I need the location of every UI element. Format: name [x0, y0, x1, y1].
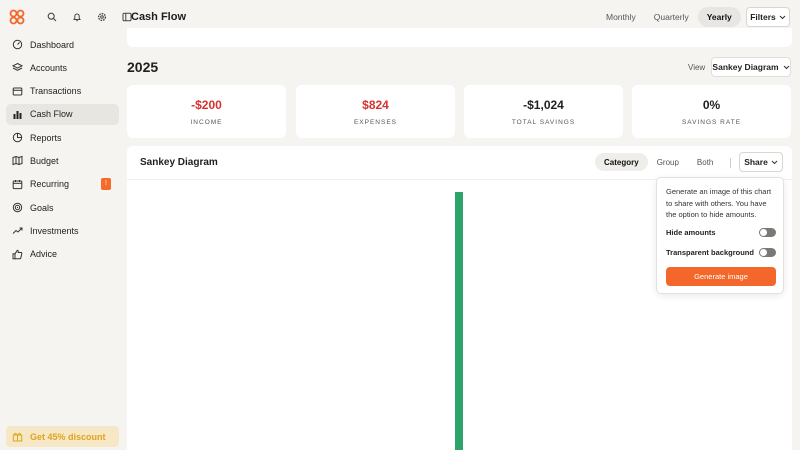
chevron-down-icon: [783, 65, 789, 69]
share-label: Share: [744, 157, 768, 167]
sidebar-item-budget[interactable]: Budget: [6, 150, 119, 171]
bar-chart-icon: [12, 109, 23, 120]
stat-label: EXPENSES: [353, 119, 398, 126]
filters-label: Filters: [750, 12, 776, 22]
stat-value: -$1,024: [523, 98, 564, 112]
transparent-background-row: Transparent background: [666, 248, 776, 257]
view-select-value: Sankey Diagram: [712, 62, 779, 72]
page-title: Cash Flow: [131, 11, 187, 23]
tab-category[interactable]: Category: [595, 153, 648, 171]
sidebar-item-label: Cash Flow: [30, 109, 73, 120]
target-icon: [12, 202, 23, 213]
sidebar-item-advice[interactable]: Advice: [6, 244, 119, 265]
gift-icon: [12, 431, 23, 442]
hide-amounts-toggle[interactable]: [759, 228, 776, 237]
sidebar-item-label: Advice: [30, 249, 58, 260]
sidebar-item-transactions[interactable]: Transactions: [6, 81, 119, 102]
discount-promo-button[interactable]: Get 45% discount: [6, 426, 119, 447]
stat-card-income: -$200 INCOME: [127, 85, 286, 138]
sidebar-item-label: Goals: [30, 202, 54, 213]
stat-value: 0%: [702, 98, 721, 112]
tab-monthly[interactable]: Monthly: [597, 7, 645, 27]
dashboard-icon: [12, 39, 23, 50]
sidebar-item-label: Budget: [30, 155, 59, 166]
sidebar-top-icons: [45, 10, 133, 23]
sidebar-item-reports[interactable]: Reports: [6, 127, 119, 148]
year-heading: 2025: [127, 59, 159, 75]
map-icon: [12, 155, 23, 166]
layers-icon: [12, 62, 23, 73]
receipt-icon: [12, 86, 23, 97]
stat-card-expenses: $824 EXPENSES: [296, 85, 455, 138]
sankey-node-bar[interactable]: [455, 192, 463, 450]
sidebar-item-label: Dashboard: [30, 39, 75, 50]
stat-value: $824: [362, 98, 389, 112]
view-label: View: [688, 63, 706, 72]
tab-both[interactable]: Both: [688, 153, 722, 171]
generate-image-button[interactable]: Generate image: [666, 267, 776, 286]
hide-amounts-row: Hide amounts: [666, 228, 776, 237]
sidebar-item-label: Investments: [30, 225, 79, 236]
hide-amounts-label: Hide amounts: [666, 228, 716, 237]
tab-group[interactable]: Group: [648, 153, 688, 171]
share-button[interactable]: Share: [739, 152, 783, 172]
divider: [730, 158, 731, 168]
sidebar-item-label: Reports: [30, 132, 62, 143]
sidebar-item-dashboard[interactable]: Dashboard: [6, 34, 119, 55]
tab-yearly[interactable]: Yearly: [697, 7, 741, 27]
share-description: Generate an image of this chart to share…: [666, 187, 772, 219]
share-popover: Generate an image of this chart to share…: [656, 177, 784, 294]
calendar-icon: [12, 179, 23, 190]
gear-icon[interactable]: [95, 10, 108, 23]
stat-label: SAVINGS RATE: [681, 119, 742, 126]
sidebar-item-accounts[interactable]: Accounts: [6, 57, 119, 78]
view-select[interactable]: Sankey Diagram: [711, 57, 791, 77]
previous-chart-card: [127, 28, 792, 47]
recurring-alert-badge: !: [101, 177, 111, 190]
discount-label: Get 45% discount: [30, 431, 106, 442]
stat-label: INCOME: [190, 119, 223, 126]
sidebar-item-label: Recurring: [30, 179, 70, 190]
pie-chart-icon: [12, 132, 23, 143]
thumbs-up-icon: [12, 249, 23, 260]
tab-quarterly[interactable]: Quarterly: [645, 7, 698, 27]
sankey-title: Sankey Diagram: [140, 157, 218, 168]
stat-card-total-savings: -$1,024 TOTAL SAVINGS: [464, 85, 623, 138]
sidebar-item-goals[interactable]: Goals: [6, 197, 119, 218]
sidebar-item-investments[interactable]: Investments: [6, 220, 119, 241]
sidebar: Dashboard Accounts Transactions Cash Flo…: [0, 0, 131, 450]
sidebar-nav: Dashboard Accounts Transactions Cash Flo…: [6, 34, 119, 267]
sidebar-item-recurring[interactable]: Recurring !: [6, 174, 119, 195]
sidebar-item-cash-flow[interactable]: Cash Flow: [6, 103, 119, 125]
transparent-background-toggle[interactable]: [759, 248, 776, 257]
sidebar-item-label: Transactions: [30, 86, 82, 97]
search-icon[interactable]: [45, 10, 58, 23]
period-tabs: Monthly Quarterly Yearly: [597, 7, 741, 27]
bell-icon[interactable]: [70, 10, 83, 23]
stat-value: -$200: [191, 98, 222, 112]
chevron-down-icon: [779, 15, 786, 19]
chevron-down-icon: [771, 160, 778, 164]
sidebar-item-label: Accounts: [30, 62, 68, 73]
stat-label: TOTAL SAVINGS: [511, 119, 576, 126]
app-logo-icon[interactable]: [9, 9, 25, 25]
trend-up-icon: [12, 225, 23, 236]
filters-button[interactable]: Filters: [746, 7, 790, 27]
stat-card-savings-rate: 0% SAVINGS RATE: [632, 85, 791, 138]
transparent-background-label: Transparent background: [666, 248, 754, 257]
sankey-grouping-tabs: Category Group Both: [595, 153, 722, 171]
